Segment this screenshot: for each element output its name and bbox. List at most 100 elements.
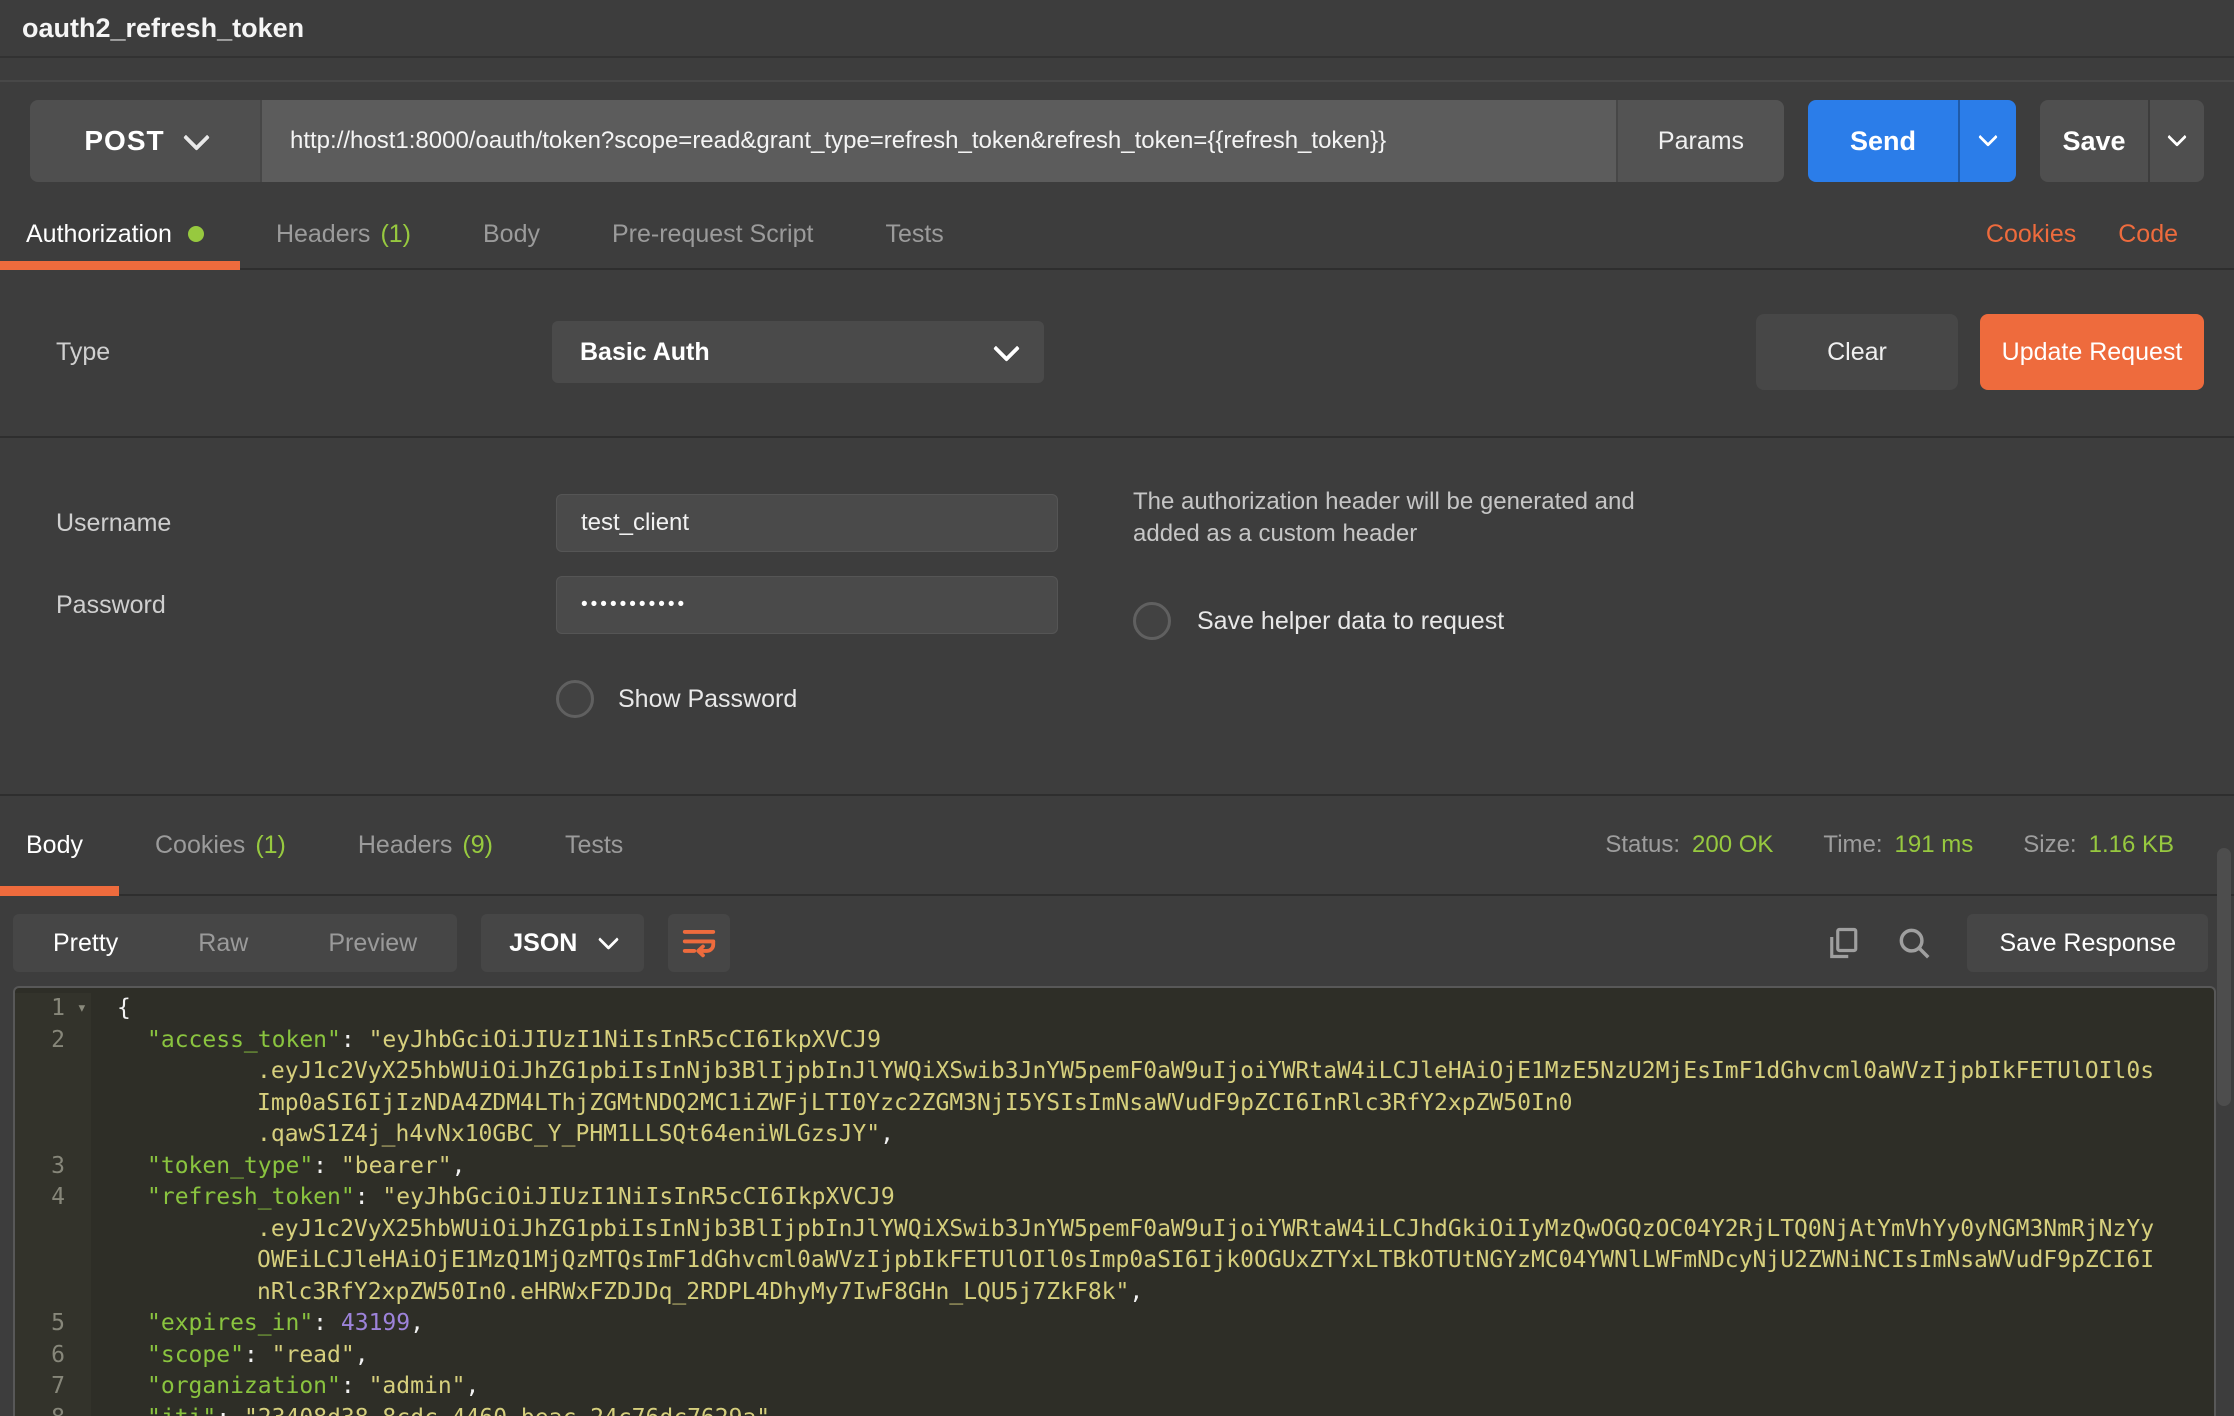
params-button[interactable]: Params bbox=[1616, 100, 1784, 182]
request-titlebar: oauth2_refresh_token bbox=[0, 0, 2234, 58]
search-icon bbox=[1895, 924, 1933, 962]
code-text: nRlc3RfY2xpZW50In0.eHRWxFZDJDq_2RDPL4Dhy… bbox=[91, 1277, 1143, 1309]
copy-button[interactable] bbox=[1825, 925, 1861, 961]
username-field[interactable]: test_client bbox=[556, 494, 1058, 552]
code-line-wrap: OWEiLCJleHAiOjE1MzQ1MjQzMTQsImF1dGhvcml0… bbox=[15, 1245, 2214, 1277]
tab-count: (9) bbox=[462, 831, 493, 860]
tab-authorization[interactable]: Authorization bbox=[0, 200, 240, 268]
code-text: "refresh_token": "eyJhbGciOiJIUzI1NiIsIn… bbox=[91, 1182, 895, 1214]
save-helper-label: Save helper data to request bbox=[1197, 607, 1504, 636]
code-text: "scope": "read", bbox=[91, 1340, 369, 1372]
line-number bbox=[15, 1088, 91, 1120]
wrap-text-button[interactable] bbox=[668, 914, 730, 972]
tab-body[interactable]: Body bbox=[447, 200, 576, 268]
code-link[interactable]: Code bbox=[2118, 220, 2178, 249]
code-line: 1▾{ bbox=[15, 993, 2214, 1025]
line-number bbox=[15, 1056, 91, 1088]
view-pretty-button[interactable]: Pretty bbox=[13, 914, 158, 972]
cookies-link[interactable]: Cookies bbox=[1986, 220, 2076, 249]
chevron-down-icon bbox=[2167, 127, 2187, 147]
line-number: 3 bbox=[15, 1151, 91, 1183]
url-input[interactable]: http://host1:8000/oauth/token?scope=read… bbox=[260, 100, 1616, 182]
tab-label: Body bbox=[483, 220, 540, 249]
tab-label: Tests bbox=[565, 831, 623, 860]
password-label: Password bbox=[0, 591, 556, 620]
tab-pre-request-script[interactable]: Pre-request Script bbox=[576, 200, 849, 268]
code-text: .qawS1Z4j_h4vNx10GBC_Y_PHM1LLSQt64eniWLG… bbox=[91, 1119, 894, 1151]
method-selector[interactable]: POST bbox=[30, 100, 260, 182]
line-number bbox=[15, 1214, 91, 1246]
auth-type-dropdown[interactable]: Basic Auth bbox=[552, 321, 1044, 383]
code-lines: 1▾{2"access_token": "eyJhbGciOiJIUzI1NiI… bbox=[15, 993, 2214, 1416]
code-line: 2"access_token": "eyJhbGciOiJIUzI1NiIsIn… bbox=[15, 1025, 2214, 1057]
line-number: 2 bbox=[15, 1025, 91, 1057]
tab-response-tests[interactable]: Tests bbox=[529, 796, 659, 894]
tab-response-headers[interactable]: Headers (9) bbox=[322, 796, 529, 894]
code-text: "access_token": "eyJhbGciOiJIUzI1NiIsInR… bbox=[91, 1025, 881, 1057]
time-value: 191 ms bbox=[1895, 831, 1974, 859]
collapse-toggle-icon[interactable]: ▾ bbox=[77, 993, 87, 1025]
code-text: "jti": "23408d38-8cdc-4460-beac-24c76dc7… bbox=[91, 1403, 770, 1416]
tab-tests[interactable]: Tests bbox=[849, 200, 979, 268]
code-line: 8"jti": "23408d38-8cdc-4460-beac-24c76dc… bbox=[15, 1403, 2214, 1416]
send-button[interactable]: Send bbox=[1808, 100, 1958, 182]
code-text: "token_type": "bearer", bbox=[91, 1151, 466, 1183]
save-response-button[interactable]: Save Response bbox=[1967, 914, 2208, 972]
line-number: 8 bbox=[15, 1403, 91, 1416]
tab-label: Tests bbox=[885, 220, 943, 249]
method-label: POST bbox=[84, 125, 164, 157]
tab-count: (1) bbox=[255, 831, 286, 860]
response-body-viewer[interactable]: 1▾{2"access_token": "eyJhbGciOiJIUzI1NiI… bbox=[13, 986, 2216, 1416]
tab-label: Authorization bbox=[26, 220, 172, 249]
size-indicator: Size: 1.16 KB bbox=[2023, 831, 2174, 859]
status-indicator: Status: 200 OK bbox=[1605, 831, 1773, 859]
scrollbar-thumb[interactable] bbox=[2217, 848, 2231, 1106]
code-line: 6"scope": "read", bbox=[15, 1340, 2214, 1372]
tab-headers[interactable]: Headers (1) bbox=[240, 200, 447, 268]
password-field[interactable]: ••••••••••• bbox=[556, 576, 1058, 634]
chevron-down-icon bbox=[598, 928, 619, 949]
update-request-button[interactable]: Update Request bbox=[1980, 314, 2204, 390]
view-preview-button[interactable]: Preview bbox=[288, 914, 457, 972]
request-tabs: Authorization Headers (1) Body Pre-reque… bbox=[0, 200, 2234, 270]
chevron-down-icon bbox=[993, 335, 1020, 362]
code-text: Imp0aSI6IjIzNDA4ZDM4LThjZGMtNDQ2MC1iZWFj… bbox=[91, 1088, 1572, 1120]
tab-response-body[interactable]: Body bbox=[0, 796, 119, 894]
copy-icon bbox=[1825, 925, 1861, 961]
code-line: 5"expires_in": 43199, bbox=[15, 1308, 2214, 1340]
code-line-wrap: .eyJ1c2VyX25hbWUiOiJhZG1pbiIsInNjb3BlIjp… bbox=[15, 1214, 2214, 1246]
status-value: 200 OK bbox=[1692, 831, 1773, 859]
code-line-wrap: Imp0aSI6IjIzNDA4ZDM4LThjZGMtNDQ2MC1iZWFj… bbox=[15, 1088, 2214, 1120]
show-password-checkbox[interactable] bbox=[556, 680, 594, 718]
titlebar-divider bbox=[0, 58, 2234, 82]
tab-response-cookies[interactable]: Cookies (1) bbox=[119, 796, 322, 894]
code-line-wrap: nRlc3RfY2xpZW50In0.eHRWxFZDJDq_2RDPL4Dhy… bbox=[15, 1277, 2214, 1309]
response-meta: Status: 200 OK Time: 191 ms Size: 1.16 K… bbox=[1605, 796, 2234, 894]
code-text: .eyJ1c2VyX25hbWUiOiJhZG1pbiIsInNjb3BlIjp… bbox=[91, 1056, 2154, 1088]
auth-credentials-form: Username test_client Password ••••••••••… bbox=[0, 438, 2234, 794]
save-helper-checkbox[interactable] bbox=[1133, 602, 1171, 640]
view-raw-button[interactable]: Raw bbox=[158, 914, 288, 972]
send-split-button: Send bbox=[1808, 100, 2016, 182]
auth-type-row: Type Basic Auth Clear Update Request bbox=[0, 270, 2234, 436]
code-text: { bbox=[91, 993, 131, 1025]
code-line-wrap: .eyJ1c2VyX25hbWUiOiJhZG1pbiIsInNjb3BlIjp… bbox=[15, 1056, 2214, 1088]
code-text: .eyJ1c2VyX25hbWUiOiJhZG1pbiIsInNjb3BlIjp… bbox=[91, 1214, 2154, 1246]
search-response-button[interactable] bbox=[1895, 924, 1933, 962]
request-title: oauth2_refresh_token bbox=[22, 13, 304, 44]
save-button[interactable]: Save bbox=[2040, 100, 2148, 182]
username-label: Username bbox=[0, 509, 556, 538]
format-dropdown[interactable]: JSON bbox=[481, 914, 644, 972]
type-label: Type bbox=[30, 338, 552, 367]
save-options-button[interactable] bbox=[2148, 100, 2204, 182]
tab-label: Body bbox=[26, 831, 83, 860]
line-number bbox=[15, 1277, 91, 1309]
tab-label: Headers bbox=[276, 220, 371, 249]
clear-button[interactable]: Clear bbox=[1756, 314, 1958, 390]
tab-label: Headers bbox=[358, 831, 453, 860]
tab-count: (1) bbox=[380, 220, 411, 249]
response-tabs: Body Cookies (1) Headers (9) Tests Statu… bbox=[0, 796, 2234, 896]
app-window: oauth2_refresh_token POST http://host1:8… bbox=[0, 0, 2234, 1416]
send-options-button[interactable] bbox=[1958, 100, 2016, 182]
tab-label: Cookies bbox=[155, 831, 245, 860]
